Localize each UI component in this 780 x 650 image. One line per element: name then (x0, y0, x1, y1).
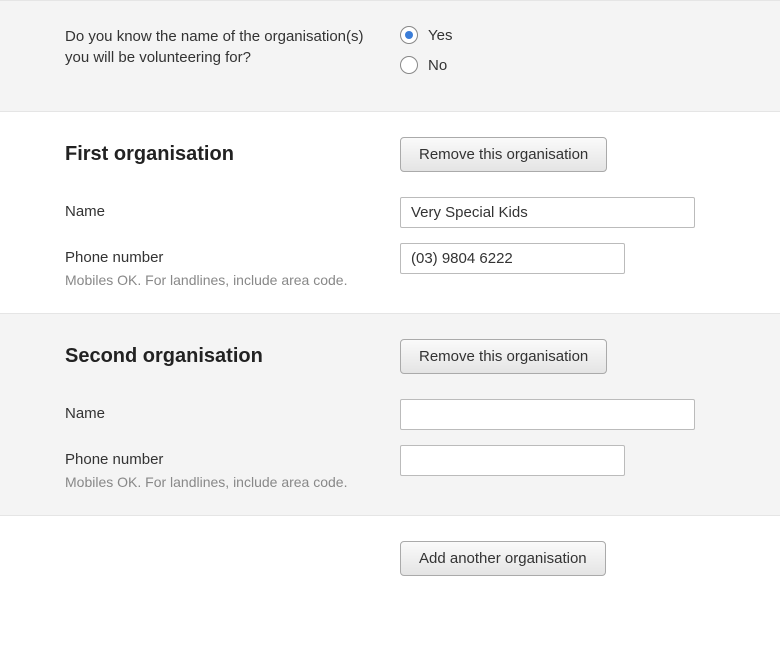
org1-name-label: Name (65, 203, 400, 220)
add-section: Add another organisation (0, 516, 780, 601)
radio-icon (400, 56, 418, 74)
radio-icon (400, 26, 418, 44)
add-organisation-button[interactable]: Add another organisation (400, 541, 606, 576)
radio-label-yes: Yes (428, 27, 452, 44)
organisation-1-title: First organisation (65, 143, 400, 166)
org1-phone-label: Phone number (65, 249, 400, 266)
org2-name-label: Name (65, 405, 400, 422)
organisation-2-section: Second organisation Remove this organisa… (0, 313, 780, 516)
radio-option-no[interactable]: No (400, 56, 750, 74)
org2-phone-input[interactable] (400, 445, 625, 476)
radio-option-yes[interactable]: Yes (400, 26, 750, 44)
remove-organisation-2-button[interactable]: Remove this organisation (400, 339, 607, 374)
organisation-2-title: Second organisation (65, 345, 400, 368)
radio-label-no: No (428, 57, 447, 74)
org2-phone-hint: Mobiles OK. For landlines, include area … (65, 474, 400, 490)
remove-organisation-1-button[interactable]: Remove this organisation (400, 137, 607, 172)
organisation-1-section: First organisation Remove this organisat… (0, 112, 780, 313)
org1-name-input[interactable] (400, 197, 695, 228)
org2-name-input[interactable] (400, 399, 695, 430)
question-text: Do you know the name of the organisation… (65, 26, 380, 68)
org1-phone-hint: Mobiles OK. For landlines, include area … (65, 272, 400, 288)
org1-phone-input[interactable] (400, 243, 625, 274)
org2-phone-label: Phone number (65, 451, 400, 468)
question-section: Do you know the name of the organisation… (0, 0, 780, 112)
